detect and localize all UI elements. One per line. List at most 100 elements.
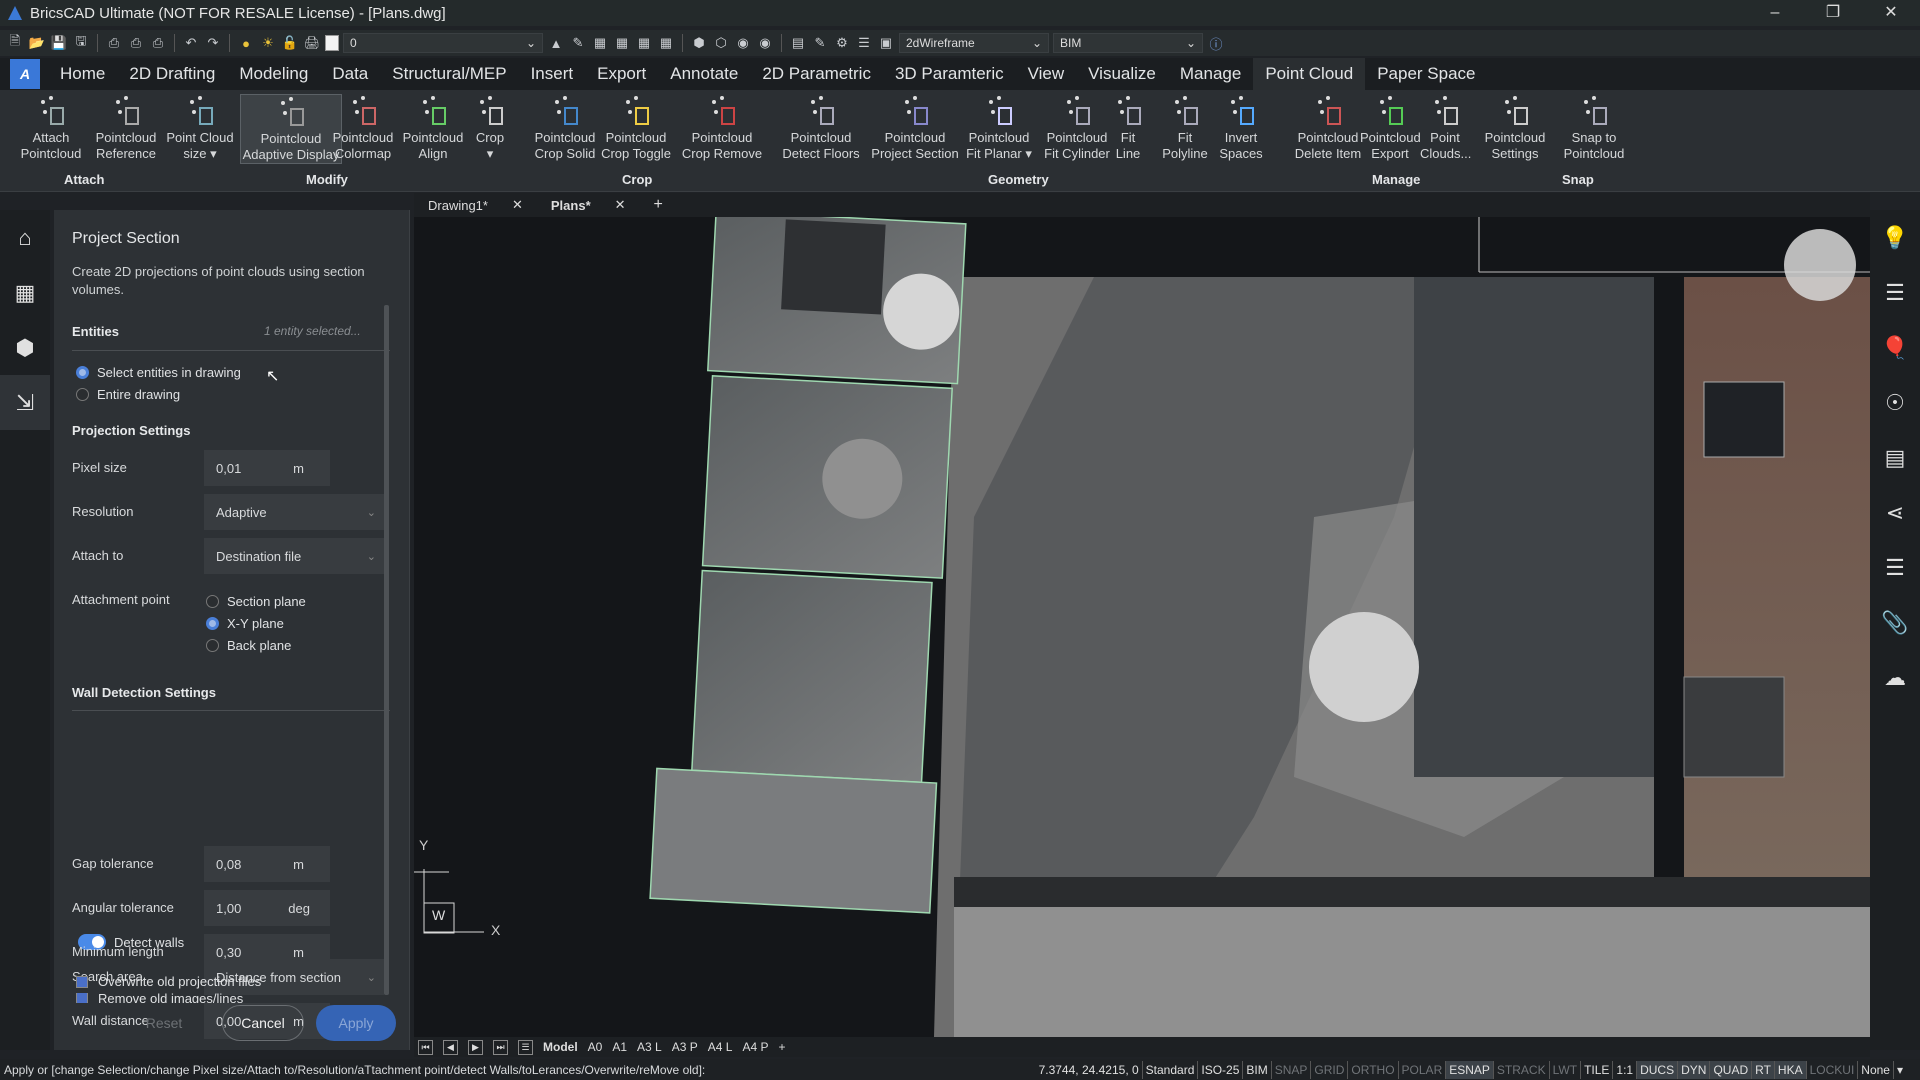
project-section-icon[interactable]: ⇲ bbox=[0, 375, 50, 430]
menu-tab-paper-space[interactable]: Paper Space bbox=[1365, 58, 1487, 90]
cube-icon[interactable]: ⬡ bbox=[712, 34, 730, 52]
new-tab-button[interactable]: + bbox=[640, 196, 677, 214]
radio-section-plane[interactable]: Section plane bbox=[206, 594, 306, 609]
menu-tab-structural-mep[interactable]: Structural/MEP bbox=[380, 58, 518, 90]
menu-tab-insert[interactable]: Insert bbox=[519, 58, 586, 90]
match-properties-icon[interactable]: ▲ bbox=[547, 34, 565, 52]
menu-tab-annotate[interactable]: Annotate bbox=[658, 58, 750, 90]
plot-icon[interactable]: ⎙ bbox=[105, 34, 123, 52]
close-icon[interactable]: ✕ bbox=[512, 197, 523, 213]
save-as-icon[interactable]: 🖫 bbox=[72, 33, 90, 52]
components-icon[interactable]: ⬢ bbox=[0, 320, 50, 375]
ribbon-button-point-cloud-size[interactable]: Point Cloud size ▾ bbox=[162, 94, 238, 162]
paperclip-icon[interactable]: 📎 bbox=[1870, 595, 1920, 650]
status-toggle-grid[interactable]: GRID bbox=[1310, 1060, 1347, 1079]
menu-tab-home[interactable]: Home bbox=[48, 58, 117, 90]
balloon-icon[interactable]: 🎈 bbox=[1870, 320, 1920, 375]
structure-tree-icon[interactable]: ▦ bbox=[0, 265, 50, 320]
menu-tab-point-cloud[interactable]: Point Cloud bbox=[1253, 58, 1366, 90]
close-button[interactable]: ✕ bbox=[1862, 0, 1920, 26]
pixel-size-input[interactable]: 0,01 m bbox=[204, 450, 330, 486]
layout-tab-a3-p[interactable]: A3 P bbox=[672, 1040, 698, 1054]
cloud-upload-icon[interactable]: ☁ bbox=[1870, 650, 1920, 705]
layers-composition-icon[interactable]: ▤ bbox=[1870, 430, 1920, 485]
ribbon-button-pointcloud-colormap[interactable]: Pointcloud Colormap bbox=[330, 94, 396, 162]
next-layout-button[interactable]: ▶ bbox=[468, 1039, 483, 1055]
layer-dropdown[interactable]: 0 ⌄ bbox=[343, 33, 543, 53]
ribbon-button-pointcloud-detect-floors[interactable]: Pointcloud Detect Floors bbox=[780, 94, 862, 162]
last-layout-button[interactable]: ⏭ bbox=[493, 1039, 508, 1055]
status-toggle-ducs[interactable]: DUCS bbox=[1636, 1060, 1678, 1079]
detect-walls-toggle[interactable] bbox=[78, 934, 106, 950]
settings-icon[interactable]: ⚙ bbox=[833, 34, 851, 52]
layout-tab-a4-l[interactable]: A4 L bbox=[708, 1040, 733, 1054]
ribbon-button-pointcloud-settings[interactable]: Pointcloud Settings bbox=[1480, 94, 1550, 162]
ribbon-button-pointcloud-project-section[interactable]: Pointcloud Project Section bbox=[868, 94, 962, 162]
ribbon-button-pointcloud-adaptive-display[interactable]: Pointcloud Adaptive Display bbox=[240, 94, 342, 164]
status-toggle-bim[interactable]: BIM bbox=[1242, 1060, 1270, 1079]
panel-scrollbar[interactable] bbox=[384, 305, 389, 995]
workspace-dropdown[interactable]: BIM ⌄ bbox=[1053, 33, 1203, 53]
prev-layout-button[interactable]: ◀ bbox=[443, 1039, 458, 1055]
help-icon[interactable]: ⓘ bbox=[1207, 34, 1225, 52]
render-icon[interactable]: ◉ bbox=[734, 34, 752, 52]
status-toggle-esnap[interactable]: ESNAP bbox=[1445, 1060, 1493, 1079]
menu-tab-2d-drafting[interactable]: 2D Drafting bbox=[117, 58, 227, 90]
pen-icon[interactable]: ✎ bbox=[569, 34, 587, 52]
ribbon-button-pointcloud-fit-cylinder[interactable]: Pointcloud Fit Cylinder bbox=[1038, 94, 1116, 162]
visual-style-dropdown[interactable]: 2dWireframe ⌄ bbox=[899, 33, 1049, 53]
ribbon-button-fit-line[interactable]: Fit Line bbox=[1110, 94, 1146, 162]
open-icon[interactable]: 📂 bbox=[28, 34, 46, 52]
ribbon-button-crop[interactable]: Crop ▾ bbox=[470, 94, 510, 162]
ribbon-button-attach-pointcloud[interactable]: Attach Pointcloud bbox=[20, 94, 82, 162]
new-icon[interactable]: 🗎 bbox=[6, 33, 24, 52]
ribbon-button-pointcloud-align[interactable]: Pointcloud Align bbox=[400, 94, 466, 162]
ribbon-button-pointcloud-fit-planar[interactable]: Pointcloud Fit Planar ▾ bbox=[958, 94, 1040, 162]
status-toggle-strack[interactable]: STRACK bbox=[1492, 1060, 1549, 1079]
layout-tab-a1[interactable]: A1 bbox=[612, 1040, 627, 1054]
layout-tab-a0[interactable]: A0 bbox=[588, 1040, 603, 1054]
radio-xy-plane[interactable]: X-Y plane bbox=[206, 616, 284, 631]
material-icon[interactable]: ◉ bbox=[756, 34, 774, 52]
status-toggle-dyn[interactable]: DYN bbox=[1677, 1060, 1710, 1079]
doc-tab-drawing1[interactable]: Drawing1* ✕ bbox=[414, 197, 537, 213]
select-icon[interactable]: ▦ bbox=[591, 34, 609, 52]
status-toggle-none[interactable]: None bbox=[1857, 1060, 1893, 1079]
resolution-dropdown[interactable]: Adaptive ⌄ bbox=[204, 494, 384, 530]
status-toggle-snap[interactable]: SNAP bbox=[1270, 1060, 1311, 1079]
undo-icon[interactable]: ↶ bbox=[182, 34, 200, 52]
drawing-viewport[interactable]: Y X W bbox=[414, 217, 1870, 1037]
sliders-icon[interactable]: ☰ bbox=[855, 34, 873, 52]
layout-tab-a3-l[interactable]: A3 L bbox=[637, 1040, 662, 1054]
status-toggle-tile[interactable]: TILE bbox=[1580, 1060, 1612, 1079]
sound-icon[interactable]: ☉ bbox=[1870, 375, 1920, 430]
layer-print-icon[interactable]: 🖨 bbox=[303, 34, 321, 52]
ribbon-button-pointcloud-crop-solid[interactable]: Pointcloud Crop Solid bbox=[530, 94, 600, 162]
doc-tab-plans[interactable]: Plans* ✕ bbox=[537, 197, 640, 213]
cube-icon[interactable]: ⬢ bbox=[690, 34, 708, 52]
menu-tab-view[interactable]: View bbox=[1016, 58, 1077, 90]
ribbon-button-pointcloud-export[interactable]: Pointcloud Export bbox=[1360, 94, 1421, 162]
restore-button[interactable]: ❐ bbox=[1804, 0, 1862, 26]
ribbon-button-fit-polyline[interactable]: Fit Polyline bbox=[1160, 94, 1210, 162]
menu-tab-data[interactable]: Data bbox=[320, 58, 380, 90]
status-toggle-ortho[interactable]: ORTHO bbox=[1347, 1060, 1397, 1079]
minimize-button[interactable]: – bbox=[1746, 0, 1804, 26]
eraser-icon[interactable]: ✎ bbox=[811, 34, 829, 52]
properties-icon[interactable]: ▤ bbox=[789, 34, 807, 52]
select-icon[interactable]: ▦ bbox=[635, 34, 653, 52]
wall-distance-input[interactable]: 0,00 m bbox=[204, 1003, 330, 1039]
status-toggle-lwt[interactable]: LWT bbox=[1548, 1060, 1580, 1079]
search-area-dropdown[interactable]: Distance from section ⌄ bbox=[204, 959, 384, 995]
layer-lock-icon[interactable]: 🔓 bbox=[281, 34, 299, 52]
attach-to-dropdown[interactable]: Destination file ⌄ bbox=[204, 538, 384, 574]
ribbon-button-invert-spaces[interactable]: Invert Spaces bbox=[1218, 94, 1264, 162]
layer-on-icon[interactable]: ● bbox=[237, 34, 255, 52]
layout-list-button[interactable]: ☰ bbox=[518, 1039, 533, 1055]
menu-tab-export[interactable]: Export bbox=[585, 58, 658, 90]
publish-icon[interactable]: ⎙ bbox=[149, 34, 167, 52]
menu-tab-visualize[interactable]: Visualize bbox=[1076, 58, 1168, 90]
layer-color-swatch[interactable] bbox=[325, 35, 339, 51]
status-toggle-iso-25[interactable]: ISO-25 bbox=[1197, 1060, 1242, 1079]
ribbon-button-pointcloud-crop-remove[interactable]: Pointcloud Crop Remove bbox=[680, 94, 764, 162]
